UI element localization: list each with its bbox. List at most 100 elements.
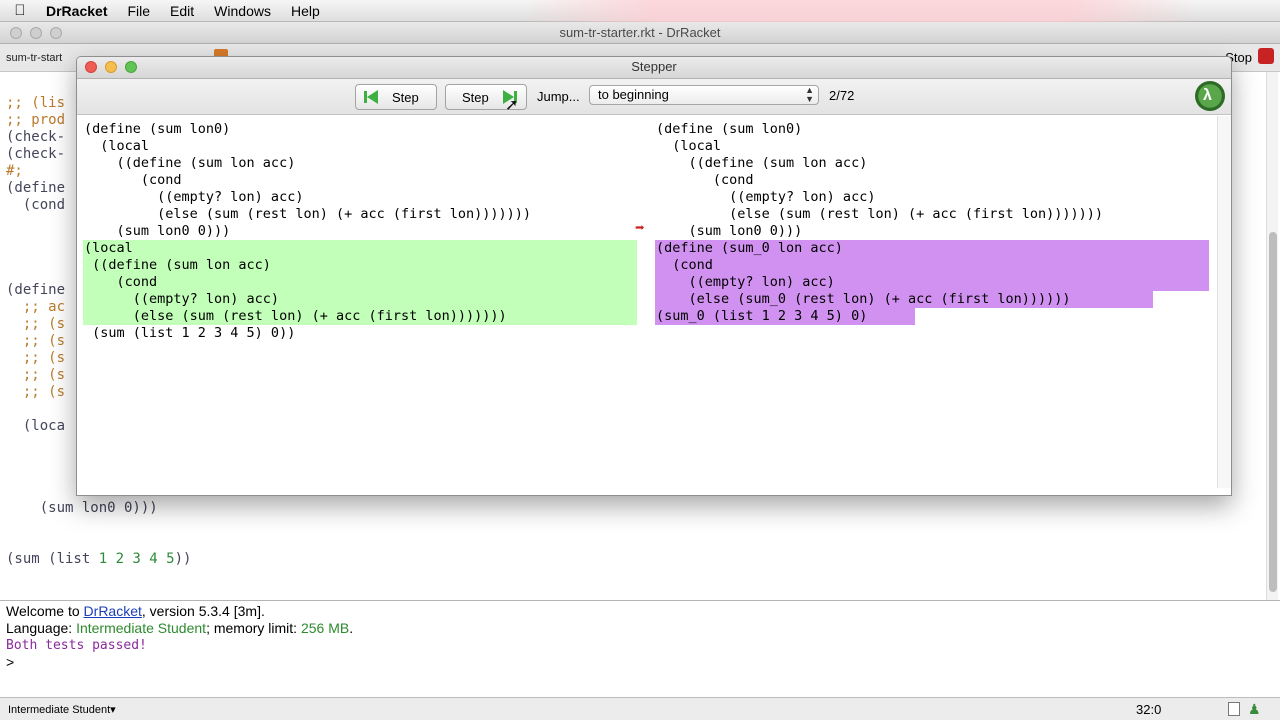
right-code-line: (cond — [656, 172, 754, 188]
code-token: )) — [174, 551, 192, 567]
left-code-line: (else (sum (rest lon) (+ acc (first lon)… — [84, 206, 532, 222]
code-token: (sum (list — [6, 551, 99, 567]
language-selector[interactable]: Intermediate Student▾ — [8, 703, 116, 716]
memory-suffix: . — [349, 620, 354, 636]
zoom-button[interactable] — [50, 27, 62, 39]
right-code-line: (sum_0 (list 1 2 3 4 5) 0) — [656, 308, 868, 324]
left-code-line: (else (sum (rest lon) (+ acc (first lon)… — [84, 308, 507, 324]
menu-file[interactable]: File — [117, 3, 160, 19]
code-line: (loca — [6, 418, 66, 434]
code-line: (check- — [6, 129, 66, 145]
interactions-pane[interactable]: Welcome to DrRacket, version 5.3.4 [3m].… — [0, 601, 1280, 697]
code-line: ;; (lis — [6, 95, 66, 111]
stepper-window-controls — [85, 61, 137, 73]
tests-result: Both tests passed! — [6, 638, 147, 653]
right-code-line: (else (sum_0 (rest lon) (+ acc (first lo… — [656, 291, 1071, 307]
code-line: ;; prod — [6, 112, 66, 128]
menu-bar:  DrRacket File Edit Windows Help — [0, 0, 1280, 22]
step-arrow-icon: ➡ — [635, 218, 645, 237]
step-forward-label: Step — [462, 89, 489, 105]
code-line: (define — [6, 180, 66, 196]
status-bar: Intermediate Student▾ 32:0 ♟ — [0, 697, 1280, 720]
stepper-scrollbar[interactable] — [1217, 116, 1231, 488]
memory-prefix: ; memory limit: — [206, 620, 301, 636]
status-indicator-box — [1228, 702, 1240, 716]
left-code-line: (local — [84, 138, 150, 154]
minimize-button[interactable] — [30, 27, 42, 39]
code-line: (check- — [6, 146, 66, 162]
drracket-link[interactable]: DrRacket — [84, 603, 142, 619]
definitions-scrollbar[interactable] — [1266, 72, 1278, 600]
right-code-line: (else (sum (rest lon) (+ acc (first lon)… — [656, 206, 1104, 222]
right-code-line: (define (sum_0 lon acc) — [656, 240, 843, 256]
step-back-label: Step — [392, 89, 419, 105]
menu-windows[interactable]: Windows — [204, 3, 281, 19]
jump-select-value: to beginning — [598, 87, 669, 102]
right-code-line: (define (sum lon0) — [656, 121, 803, 137]
right-code-line: ((define (sum lon acc) — [656, 155, 868, 171]
step-counter: 2/72 — [829, 88, 855, 103]
scrollbar-thumb[interactable] — [1269, 232, 1277, 592]
repl-prompt[interactable]: > — [6, 654, 14, 670]
select-chevron-icon: ▲ ▼ — [805, 85, 814, 104]
left-code-line: ((define (sum lon acc) — [84, 257, 271, 273]
right-code-line: (cond — [656, 257, 713, 273]
code-numbers: 1 2 3 4 5 — [98, 551, 175, 567]
left-code-line: ((empty? lon) acc) — [84, 291, 280, 307]
stepper-toolbar: Step Step ➚ Jump... to beginning ▲ ▼ 2/72… — [77, 79, 1231, 115]
stop-icon[interactable] — [1258, 48, 1274, 64]
stepper-title: Stepper — [631, 59, 677, 74]
stepper-titlebar: Stepper — [77, 57, 1231, 79]
left-code-line: (sum (list 1 2 3 4 5) 0)) — [84, 325, 296, 341]
apple-menu-icon[interactable]:  — [0, 2, 40, 19]
step-back-icon — [364, 90, 378, 104]
menu-help[interactable]: Help — [281, 3, 330, 19]
stepper-window: Stepper Step Step ➚ Jump... to beginning… — [76, 56, 1232, 496]
right-code-line: ((empty? lon) acc) — [656, 189, 876, 205]
main-window-title: sum-tr-starter.rkt - DrRacket — [559, 25, 721, 40]
cursor-position: 32:0 — [1136, 702, 1162, 717]
code-line: ;; (s — [6, 350, 66, 366]
code-line: (cond — [6, 197, 66, 213]
welcome-suffix: , version 5.3.4 [3m]. — [141, 603, 265, 619]
jump-label: Jump... — [537, 89, 580, 104]
code-line: (sum lon0 0))) — [6, 500, 158, 516]
file-tab[interactable]: sum-tr-start — [6, 52, 62, 64]
welcome-line: Welcome to DrRacket, version 5.3.4 [3m]. — [6, 603, 265, 619]
main-window-titlebar: sum-tr-starter.rkt - DrRacket — [0, 22, 1280, 44]
left-code-line: (sum lon0 0))) — [84, 223, 231, 239]
code-line: #; — [6, 163, 23, 179]
right-code-line: (local — [656, 138, 722, 154]
right-code-line: (sum lon0 0))) — [656, 223, 803, 239]
right-code-line: ((empty? lon) acc) — [656, 274, 835, 290]
mouse-cursor-icon: ➚ — [505, 97, 519, 114]
step-back-button[interactable]: Step — [355, 84, 437, 110]
code-line: ;; ac — [6, 299, 66, 315]
stepper-minimize-button[interactable] — [105, 61, 117, 73]
language-line: Language: Intermediate Student; memory l… — [6, 620, 353, 636]
code-line: ;; (s — [6, 333, 66, 349]
jump-select[interactable]: to beginning ▲ ▼ — [589, 85, 819, 105]
language-name: Intermediate Student — [76, 620, 207, 636]
racket-logo-icon: λ — [1195, 81, 1225, 111]
welcome-prefix: Welcome to — [6, 603, 84, 619]
code-line: (define — [6, 282, 66, 298]
stepper-content: (define (sum lon0) (local ((define (sum … — [77, 116, 1231, 488]
sum-expression: (sum (list 1 2 3 4 5)) — [6, 551, 191, 568]
menu-app-name[interactable]: DrRacket — [40, 3, 117, 19]
menu-bar-highlight — [520, 0, 1200, 22]
close-button[interactable] — [10, 27, 22, 39]
left-code-line: ((empty? lon) acc) — [84, 189, 304, 205]
gc-walker-icon: ♟ — [1248, 701, 1261, 717]
code-line: ;; (s — [6, 316, 66, 332]
code-line: ;; (s — [6, 384, 66, 400]
window-controls — [10, 27, 62, 39]
memory-value: 256 MB — [300, 620, 350, 636]
left-code-line: (local — [84, 240, 133, 256]
stepper-close-button[interactable] — [85, 61, 97, 73]
left-code-line: (cond — [84, 274, 158, 290]
language-prefix: Language: — [6, 620, 77, 636]
menu-edit[interactable]: Edit — [160, 3, 204, 19]
stepper-zoom-button[interactable] — [125, 61, 137, 73]
left-code-line: ((define (sum lon acc) — [84, 155, 296, 171]
